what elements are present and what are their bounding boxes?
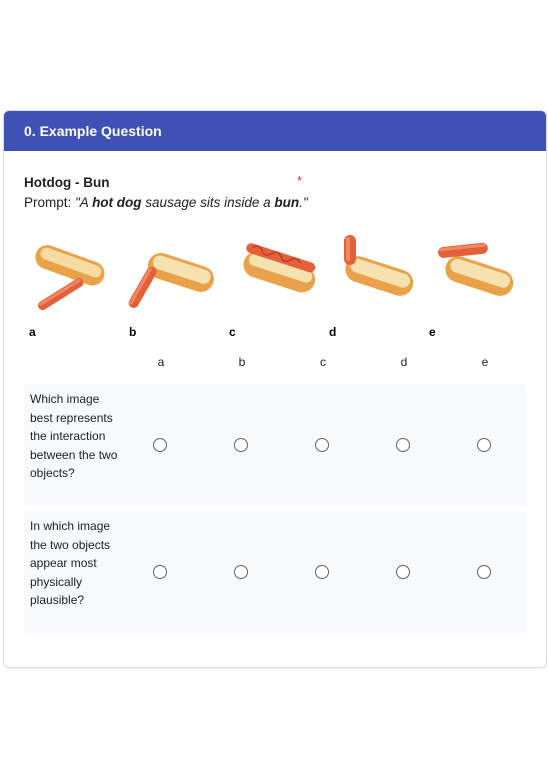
hotdog-image-c: [243, 243, 316, 293]
option-image-letter: d: [329, 325, 337, 339]
required-mark: *: [297, 173, 303, 188]
radio-row1-d[interactable]: [396, 438, 410, 452]
prompt-prefix: Prompt:: [24, 195, 76, 210]
option-images: a b c d e: [24, 235, 524, 339]
grid-column-header: b: [238, 355, 246, 369]
hotdog-image-e: [438, 242, 514, 296]
card-header-title: 0. Example Question: [24, 123, 162, 139]
prompt-part: "A: [75, 195, 93, 210]
grid-column-header: d: [400, 355, 408, 369]
hotdog-image-a: [35, 245, 105, 311]
radio-row2-c[interactable]: [315, 565, 329, 579]
prompt-part: sausage sits inside a: [141, 195, 275, 210]
option-image-letter: c: [229, 325, 236, 339]
option-image-e: e: [424, 235, 524, 339]
option-image-a: a: [24, 235, 124, 339]
grid-column-header: e: [481, 355, 489, 369]
grid-row: Which image best represents the interact…: [24, 384, 526, 506]
grid-column-header: a: [157, 355, 165, 369]
option-image-d: d: [324, 235, 424, 339]
option-image-letter: e: [429, 325, 436, 339]
prompt-part-bold: hot dog: [92, 195, 142, 210]
question-prompt: Prompt: "A hot dog sausage sits inside a…: [24, 195, 308, 210]
prompt-part: .": [299, 195, 308, 210]
prompt-part-bold: bun: [274, 195, 300, 210]
radio-row1-c[interactable]: [315, 438, 329, 452]
grid-column-header: c: [320, 355, 326, 369]
hotdog-image-d: [344, 235, 414, 296]
card-header: 0. Example Question: [4, 111, 546, 151]
radio-row1-b[interactable]: [234, 438, 248, 452]
radio-row1-a[interactable]: [153, 438, 167, 452]
grid-row: In which image the two objects appear mo…: [24, 511, 526, 633]
radio-row2-d[interactable]: [396, 565, 410, 579]
question-title: Hotdog - Bun: [24, 175, 110, 190]
option-image-b: b: [124, 235, 224, 339]
hotdog-image-b: [128, 252, 214, 308]
option-image-letter: b: [129, 325, 137, 339]
grid-row-label: In which image the two objects appear mo…: [30, 519, 111, 607]
option-image-letter: a: [29, 325, 36, 339]
radio-row2-e[interactable]: [477, 565, 491, 579]
radio-row2-a[interactable]: [153, 565, 167, 579]
question-card: 0. Example Question Hotdog - Bun * Promp…: [3, 110, 547, 668]
option-image-c: c: [224, 235, 324, 339]
radio-row1-e[interactable]: [477, 438, 491, 452]
grid-row-label: Which image best represents the interact…: [30, 392, 118, 480]
radio-row2-b[interactable]: [234, 565, 248, 579]
